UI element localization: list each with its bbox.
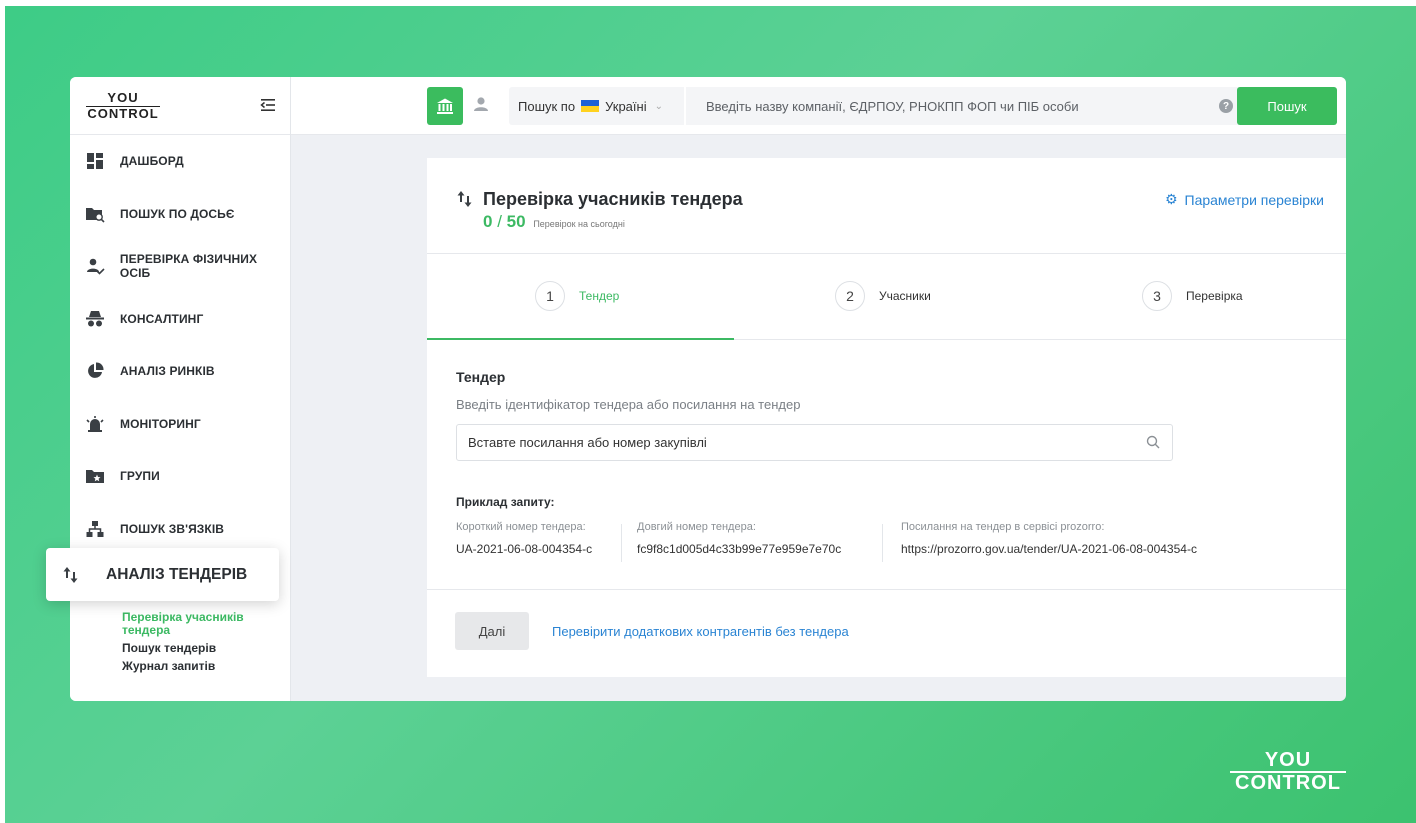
sidebar-item-label: ПОШУК ЗВ'ЯЗКІВ xyxy=(120,521,225,536)
example-title: Приклад запиту: xyxy=(456,495,555,509)
chevron-down-icon: ⌄ xyxy=(654,100,663,112)
tender-submenu: Перевірка учасників тендера Пошук тендер… xyxy=(122,611,257,678)
sidebar-item-label: АНАЛІЗ РИНКІВ xyxy=(120,364,215,379)
person-check-icon xyxy=(84,255,106,277)
search-scope-select[interactable]: Пошук по Україні ⌄ xyxy=(509,87,686,125)
logo-line1: YOU xyxy=(86,91,160,107)
sidebar: YOU CONTROL ДАШБОРД ПОШУК ПО ДОСЬЄ ПЕРЕВ… xyxy=(70,77,291,701)
search-button[interactable]: Пошук xyxy=(1237,87,1337,125)
example-value: fc9f8c1d005d4c33b99e77e959e7e70c xyxy=(637,542,842,556)
example-divider xyxy=(882,524,883,562)
tender-id-input[interactable] xyxy=(457,425,1137,460)
search-scope-label: Пошук по xyxy=(518,98,576,114)
card-footer: Далі Перевірити додаткових контрагентів … xyxy=(427,590,1346,677)
sidebar-item-groups[interactable]: ГРУПИ xyxy=(70,450,290,503)
collapse-menu-icon[interactable] xyxy=(260,97,276,113)
sidebar-item-label: ПОШУК ПО ДОСЬЄ xyxy=(120,206,235,221)
search-scope-country: Україні xyxy=(605,98,647,114)
global-search-input[interactable] xyxy=(706,87,1206,125)
step-number: 1 xyxy=(535,281,565,311)
frame-border-top xyxy=(0,0,1416,6)
watermark-line1: YOU xyxy=(1230,750,1346,773)
gear-icon: ⚙ xyxy=(1164,191,1178,207)
step-label: Тендер xyxy=(579,289,620,303)
step-number: 3 xyxy=(1142,281,1172,311)
sort-arrows-icon xyxy=(457,191,472,207)
topbar: Пошук по Україні ⌄ ? Пошук xyxy=(291,77,1346,135)
example-value: UA-2021-06-08-004354-c xyxy=(456,542,593,556)
folder-search-icon xyxy=(84,203,106,225)
sidebar-item-person-check[interactable]: ПЕРЕВІРКА ФІЗИЧНИХ ОСІБ xyxy=(70,240,290,293)
example-label: Посилання на тендер в сервісі prozorro: xyxy=(901,521,1105,533)
counter-separator: / xyxy=(497,212,502,231)
bank-icon xyxy=(437,98,453,114)
example-divider xyxy=(621,524,622,562)
tender-form: Тендер Введіть ідентифікатор тендера або… xyxy=(427,340,1346,590)
pie-chart-icon xyxy=(84,360,106,382)
tender-check-card: Перевірка учасників тендера 0 / 50 Перев… xyxy=(427,158,1346,677)
step-verification[interactable]: 3 Перевірка xyxy=(1142,281,1243,311)
sidebar-nav: ДАШБОРД ПОШУК ПО ДОСЬЄ ПЕРЕВІРКА ФІЗИЧНИ… xyxy=(70,135,290,555)
sort-arrows-icon xyxy=(63,566,78,583)
example-prozorro-link: Посилання на тендер в сервісі prozorro: … xyxy=(901,521,1197,556)
dashboard-icon xyxy=(84,150,106,172)
tender-input-wrap xyxy=(456,424,1173,461)
watermark-logo: YOU CONTROL xyxy=(1230,750,1346,793)
sidebar-item-label: ДАШБОРД xyxy=(120,154,184,169)
form-hint: Введіть ідентифікатор тендера або посила… xyxy=(456,397,801,412)
example-long-id: Довгий номер тендера: fc9f8c1d005d4c33b9… xyxy=(637,521,841,556)
step-participants[interactable]: 2 Учасники xyxy=(835,281,931,311)
hierarchy-icon xyxy=(84,518,106,540)
submenu-item-participants-check[interactable]: Перевірка учасників тендера xyxy=(122,611,257,637)
sidebar-item-dossier-search[interactable]: ПОШУК ПО ДОСЬЄ xyxy=(70,188,290,241)
sidebar-item-tender-analysis[interactable]: АНАЛІЗ ТЕНДЕРІВ xyxy=(46,548,279,601)
sidebar-item-label: АНАЛІЗ ТЕНДЕРІВ xyxy=(106,565,248,583)
sidebar-item-label: КОНСАЛТИНГ xyxy=(120,311,204,326)
page-title: Перевірка учасників тендера xyxy=(483,189,743,209)
ukraine-flag-icon xyxy=(581,100,600,112)
sidebar-item-label: ГРУПИ xyxy=(120,469,160,484)
step-tender[interactable]: 1 Тендер xyxy=(535,281,619,311)
logo-line2: CONTROL xyxy=(87,106,159,121)
next-button[interactable]: Далі xyxy=(455,612,529,650)
check-params-label: Параметри перевірки xyxy=(1184,191,1325,208)
submenu-item-request-log[interactable]: Журнал запитів xyxy=(122,660,257,673)
step-label: Учасники xyxy=(879,289,931,303)
sidebar-item-consulting[interactable]: КОНСАЛТИНГ xyxy=(70,293,290,346)
daily-check-counter: 0 / 50 Перевірок на сьогодні xyxy=(483,212,625,232)
step-label: Перевірка xyxy=(1186,289,1243,303)
frame-border-left xyxy=(0,0,5,823)
folder-star-icon xyxy=(84,465,106,487)
watermark-line2: CONTROL xyxy=(1235,772,1341,794)
example-label: Короткий номер тендера: xyxy=(456,521,586,533)
check-params-link[interactable]: ⚙ Параметри перевірки xyxy=(1165,191,1324,208)
form-title: Тендер xyxy=(456,369,506,385)
example-short-id: Короткий номер тендера: UA-2021-06-08-00… xyxy=(456,521,592,556)
sidebar-item-market-analysis[interactable]: АНАЛІЗ РИНКІВ xyxy=(70,345,290,398)
counter-note: Перевірок на сьогодні xyxy=(533,219,625,229)
submenu-item-tender-search[interactable]: Пошук тендерів xyxy=(122,642,257,655)
example-value: https://prozorro.gov.ua/tender/UA-2021-0… xyxy=(901,542,1197,556)
counter-max: 50 xyxy=(506,212,526,231)
global-search: Пошук по Україні ⌄ ? xyxy=(509,87,1310,125)
logo[interactable]: YOU CONTROL xyxy=(86,91,160,123)
sidebar-item-label: МОНІТОРИНГ xyxy=(120,416,201,431)
step-number: 2 xyxy=(835,281,865,311)
sidebar-item-monitoring[interactable]: МОНІТОРИНГ xyxy=(70,398,290,451)
spy-icon xyxy=(84,308,106,330)
check-without-tender-link[interactable]: Перевірити додаткових контрагентів без т… xyxy=(552,624,849,639)
example-label: Довгий номер тендера: xyxy=(637,521,756,533)
stepper: 1 Тендер 2 Учасники 3 Перевірка xyxy=(427,254,1346,340)
person-search-toggle-icon[interactable] xyxy=(471,95,491,115)
sidebar-item-label: ПЕРЕВІРКА ФІЗИЧНИХ ОСІБ xyxy=(119,252,258,281)
help-icon[interactable]: ? xyxy=(1219,99,1233,113)
company-search-toggle[interactable] xyxy=(427,87,463,125)
alarm-icon xyxy=(84,413,106,435)
sidebar-item-dashboard[interactable]: ДАШБОРД xyxy=(70,135,290,188)
card-header: Перевірка учасників тендера 0 / 50 Перев… xyxy=(427,158,1346,254)
app-window: YOU CONTROL ДАШБОРД ПОШУК ПО ДОСЬЄ ПЕРЕВ… xyxy=(70,77,1346,701)
sidebar-header: YOU CONTROL xyxy=(70,77,290,135)
counter-used: 0 xyxy=(483,212,493,231)
search-icon[interactable] xyxy=(1146,435,1160,449)
